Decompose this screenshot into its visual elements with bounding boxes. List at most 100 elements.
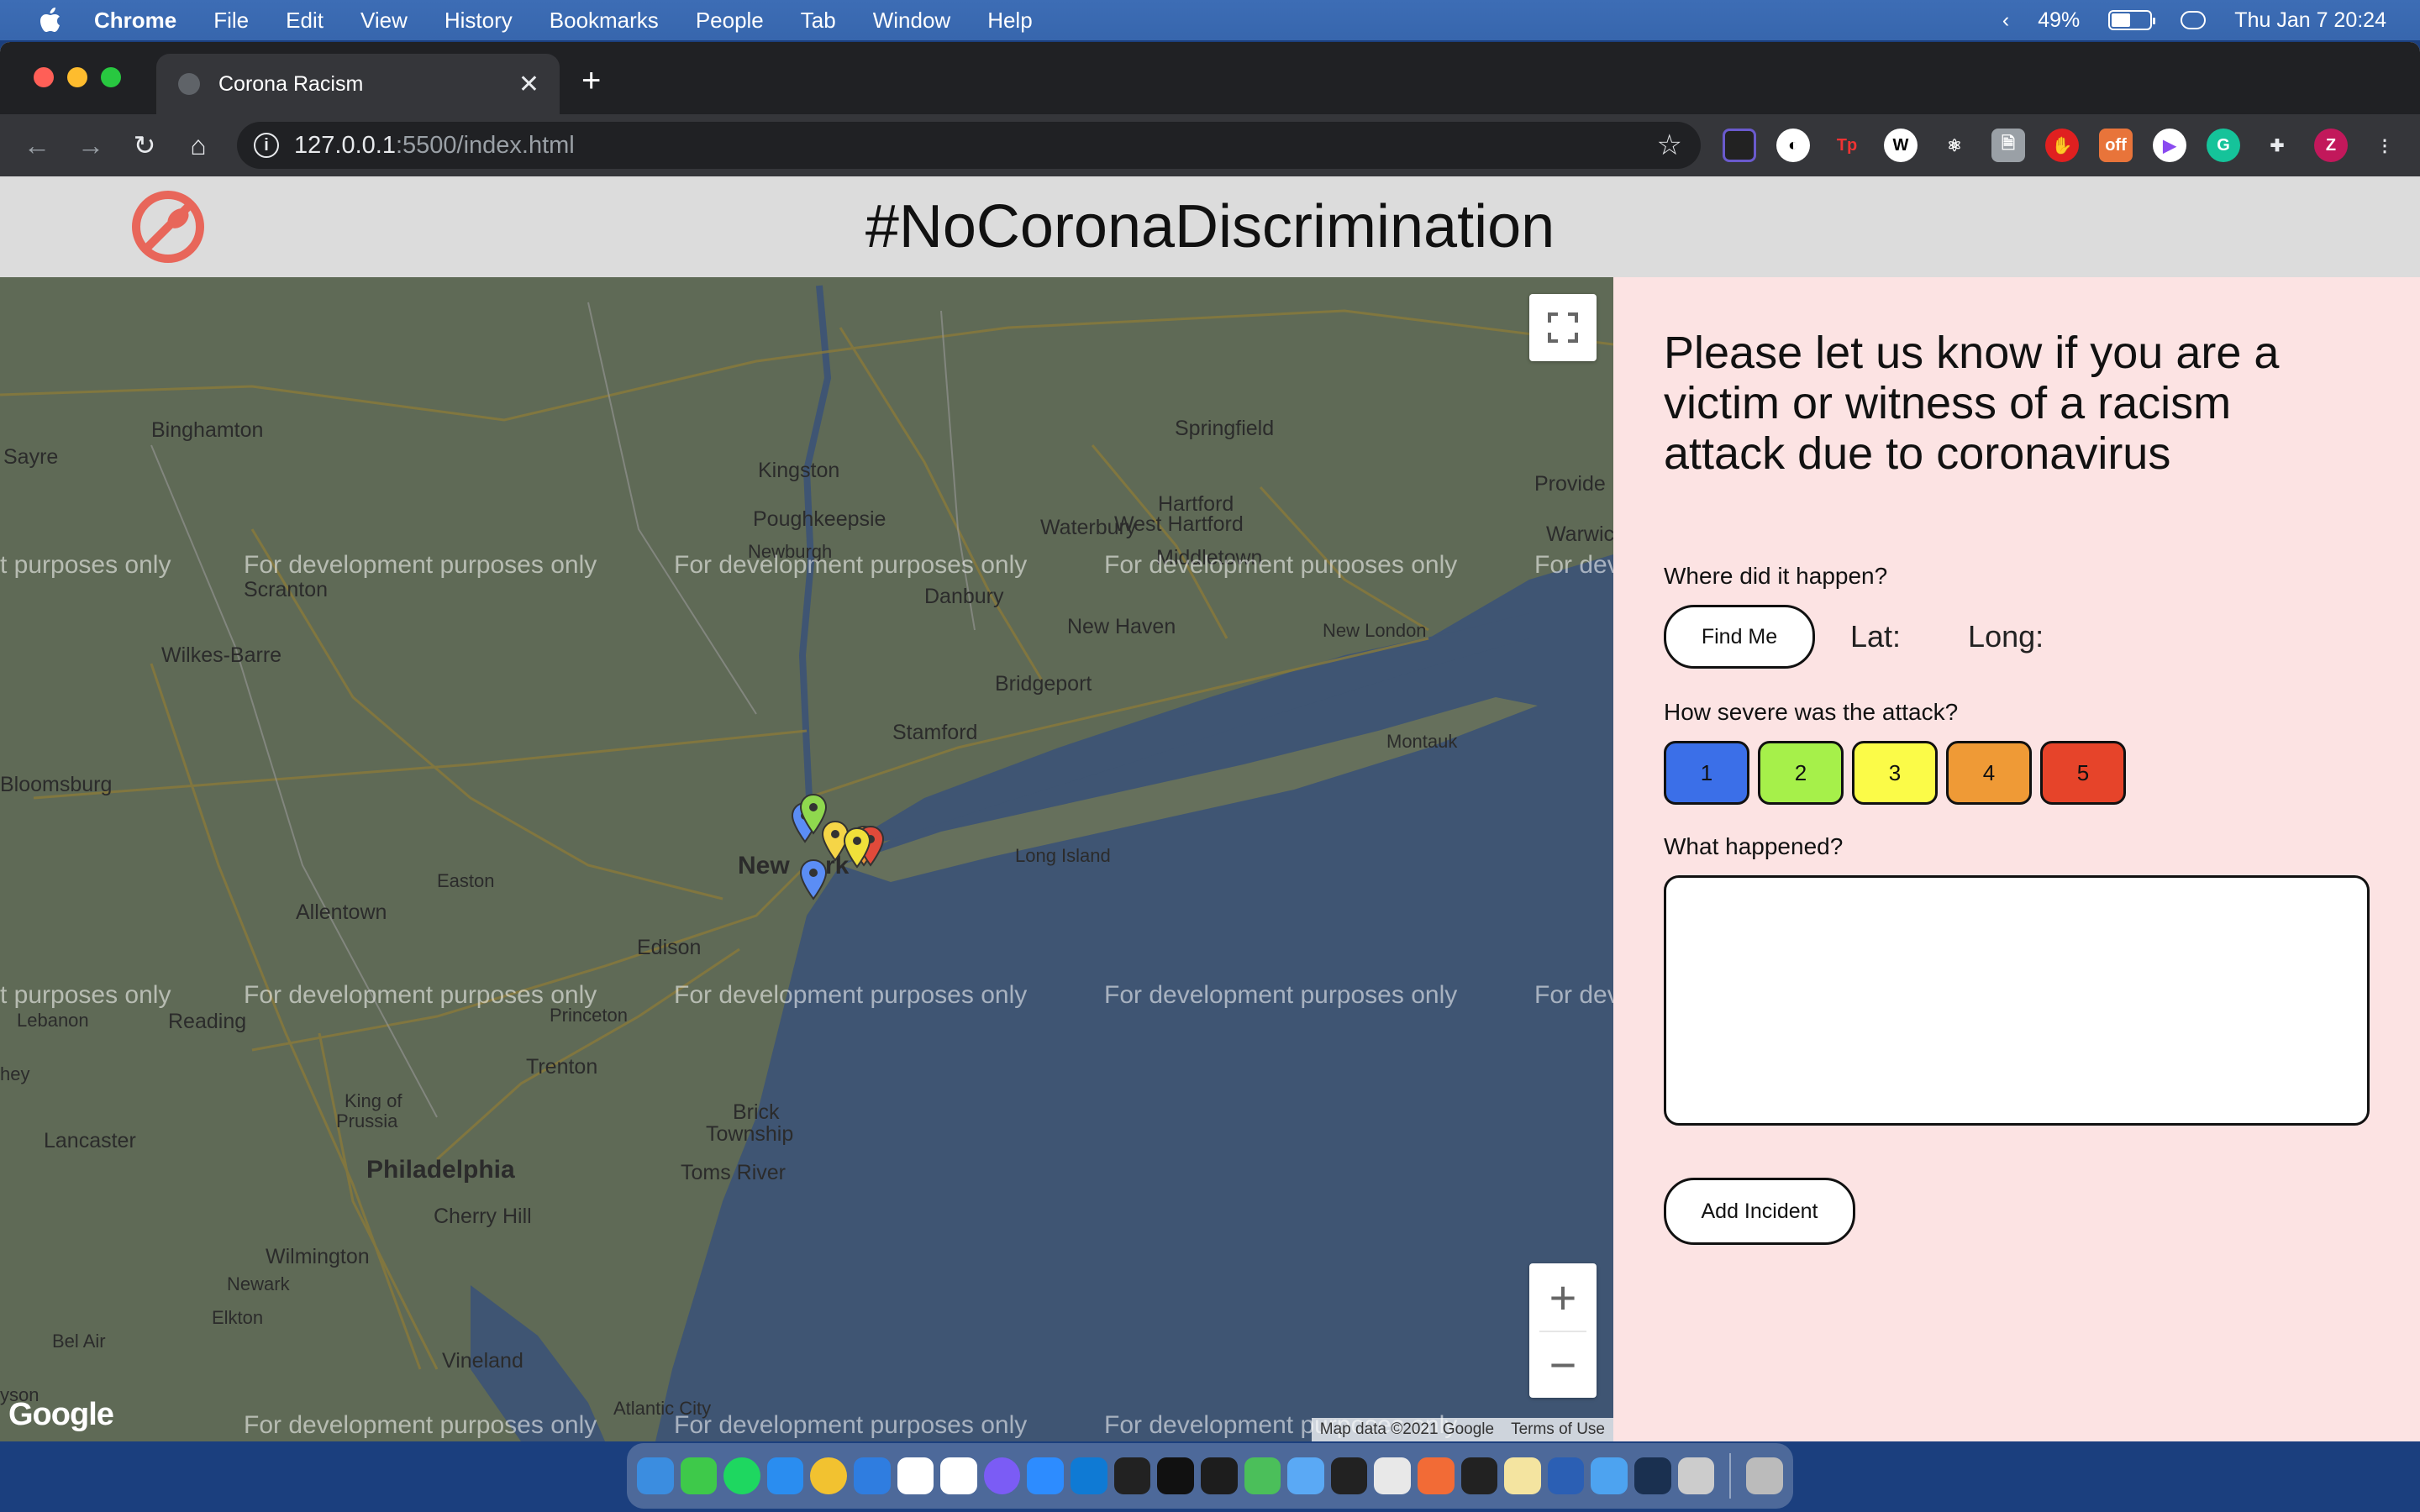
spotify-icon[interactable]: [723, 1457, 760, 1494]
reload-icon[interactable]: ↻: [118, 118, 171, 172]
watermark: For development purposes only: [244, 1411, 597, 1439]
finder-icon[interactable]: [637, 1457, 674, 1494]
menu-bookmarks[interactable]: Bookmarks: [550, 8, 659, 34]
slack-icon[interactable]: [897, 1457, 934, 1494]
place-bridgeport: Bridgeport: [995, 672, 1092, 696]
incident-map[interactable]: Binghamton Sayre Kingston Springfield Ha…: [0, 277, 1613, 1441]
place-poughkeepsie: Poughkeepsie: [753, 507, 886, 531]
new-tab-icon[interactable]: +: [581, 64, 601, 97]
where-label: Where did it happen?: [1664, 563, 1888, 589]
extension-grammarly-icon[interactable]: G: [2207, 129, 2240, 162]
messenger-icon[interactable]: [983, 1457, 1021, 1494]
terms-link[interactable]: Terms of Use: [1502, 1420, 1613, 1439]
app-store-icon[interactable]: [854, 1457, 891, 1494]
macos-menu-bar: Chrome File Edit View History Bookmarks …: [0, 0, 2420, 40]
back-icon[interactable]: ←: [10, 118, 64, 172]
menu-help[interactable]: Help: [987, 8, 1032, 34]
minimize-window-icon[interactable]: [67, 67, 87, 87]
extension-circle-icon[interactable]: ◐: [1776, 129, 1810, 162]
zoom-in-icon[interactable]: +: [1529, 1263, 1597, 1331]
maximize-window-icon[interactable]: [101, 67, 121, 87]
severity-3-button[interactable]: 3: [1852, 741, 1938, 805]
close-tab-icon[interactable]: ✕: [518, 70, 539, 99]
menu-app-name[interactable]: Chrome: [94, 8, 176, 34]
chevron-left-icon[interactable]: ‹: [2002, 8, 2009, 33]
browser-tab[interactable]: Corona Racism ✕: [156, 54, 560, 114]
intellij-icon[interactable]: [1157, 1457, 1194, 1494]
severity-4-button[interactable]: 4: [1946, 741, 2032, 805]
word-icon[interactable]: [1547, 1457, 1585, 1494]
menu-view[interactable]: View: [360, 8, 408, 34]
zoom-app-icon[interactable]: [1027, 1457, 1065, 1494]
web-page: #NoCoronaDiscrimination Binghamton Sayre…: [0, 176, 2420, 1441]
place-toms-river: Toms River: [681, 1161, 786, 1184]
extension-stop-icon[interactable]: ✋: [2045, 129, 2079, 162]
menubar-clock[interactable]: Thu Jan 7 20:24: [2234, 8, 2386, 33]
google-logo[interactable]: Google: [8, 1397, 114, 1433]
chrome-icon[interactable]: [810, 1457, 848, 1494]
control-center-icon[interactable]: [2181, 11, 2207, 29]
terminal-icon[interactable]: [1330, 1457, 1368, 1494]
clion-icon[interactable]: [1113, 1457, 1151, 1494]
extension-react-icon[interactable]: ⚛: [1938, 129, 1971, 162]
vscode-icon[interactable]: [1071, 1457, 1107, 1494]
extension-play-icon[interactable]: ▶: [2153, 129, 2186, 162]
place-king-of-prussia-2: Prussia: [336, 1110, 398, 1131]
extension-w-icon[interactable]: W: [1884, 129, 1918, 162]
safari-icon[interactable]: [766, 1457, 804, 1494]
profile-avatar-icon[interactable]: Z: [2314, 129, 2348, 162]
menu-people[interactable]: People: [696, 8, 764, 34]
close-window-icon[interactable]: [34, 67, 54, 87]
severity-2-button[interactable]: 2: [1758, 741, 1844, 805]
menu-history[interactable]: History: [445, 8, 513, 34]
app-icon[interactable]: [1634, 1457, 1671, 1494]
severity-1-button[interactable]: 1: [1664, 741, 1749, 805]
extensions-area: ◐ Tp W ⚛ 🗎 ✋ off ▶ G ✚ Z ⋮: [1723, 129, 2402, 162]
folder-icon[interactable]: [1591, 1457, 1628, 1494]
place-lebanon: Lebanon: [17, 1010, 89, 1031]
extension-tp-icon[interactable]: Tp: [1830, 129, 1864, 162]
location-row: Find Me Lat: Long:: [1664, 605, 2044, 669]
whatsapp-icon[interactable]: [1244, 1457, 1281, 1494]
menu-window[interactable]: Window: [873, 8, 950, 34]
extension-color-icon[interactable]: [1723, 129, 1756, 162]
fullscreen-icon[interactable]: [1529, 294, 1597, 361]
add-incident-button[interactable]: Add Incident: [1664, 1178, 1855, 1245]
long-label: Long:: [1968, 619, 2044, 654]
figma-icon[interactable]: [1460, 1457, 1498, 1494]
extension-grey-icon[interactable]: 🗎: [1991, 129, 2025, 162]
preview-icon[interactable]: [1677, 1457, 1715, 1494]
pycharm-icon[interactable]: [1200, 1457, 1238, 1494]
info-icon[interactable]: i: [254, 133, 279, 158]
map-marker-icon[interactable]: [798, 858, 829, 900]
menu-tab[interactable]: Tab: [801, 8, 836, 34]
menu-edit[interactable]: Edit: [286, 8, 324, 34]
map-data-credit[interactable]: Map data ©2021 Google: [1312, 1420, 1502, 1439]
kebab-menu-icon[interactable]: ⋮: [2368, 129, 2402, 162]
apple-menu-icon[interactable]: [32, 0, 69, 40]
messages-icon[interactable]: [680, 1457, 718, 1494]
battery-icon[interactable]: [2108, 10, 2156, 30]
find-me-button[interactable]: Find Me: [1664, 605, 1815, 669]
menu-file[interactable]: File: [213, 8, 249, 34]
address-bar[interactable]: i 127.0.0.1:5500/index.html ☆: [237, 122, 1701, 169]
calendar-icon[interactable]: [940, 1457, 977, 1494]
xcode-icon[interactable]: [1287, 1457, 1324, 1494]
tab-strip: Corona Racism ✕ +: [0, 42, 2420, 114]
description-textarea[interactable]: [1664, 875, 2370, 1126]
bookmark-star-icon[interactable]: ☆: [1657, 129, 1682, 162]
map-marker-icon[interactable]: [842, 827, 872, 869]
severity-5-button[interactable]: 5: [2040, 741, 2126, 805]
trash-icon[interactable]: [1746, 1457, 1783, 1494]
place-scranton: Scranton: [244, 578, 329, 601]
notes-icon[interactable]: [1504, 1457, 1541, 1494]
android-studio-icon[interactable]: [1374, 1457, 1411, 1494]
home-icon[interactable]: ⌂: [171, 118, 225, 172]
extensions-puzzle-icon[interactable]: ✚: [2260, 129, 2294, 162]
watermark: For dev: [1534, 981, 1613, 1009]
zoom-out-icon[interactable]: −: [1529, 1331, 1597, 1398]
swift-icon[interactable]: [1417, 1457, 1455, 1494]
forward-icon[interactable]: →: [64, 118, 118, 172]
url-path: :5500/index.html: [395, 131, 575, 159]
extension-off-icon[interactable]: off: [2099, 129, 2133, 162]
